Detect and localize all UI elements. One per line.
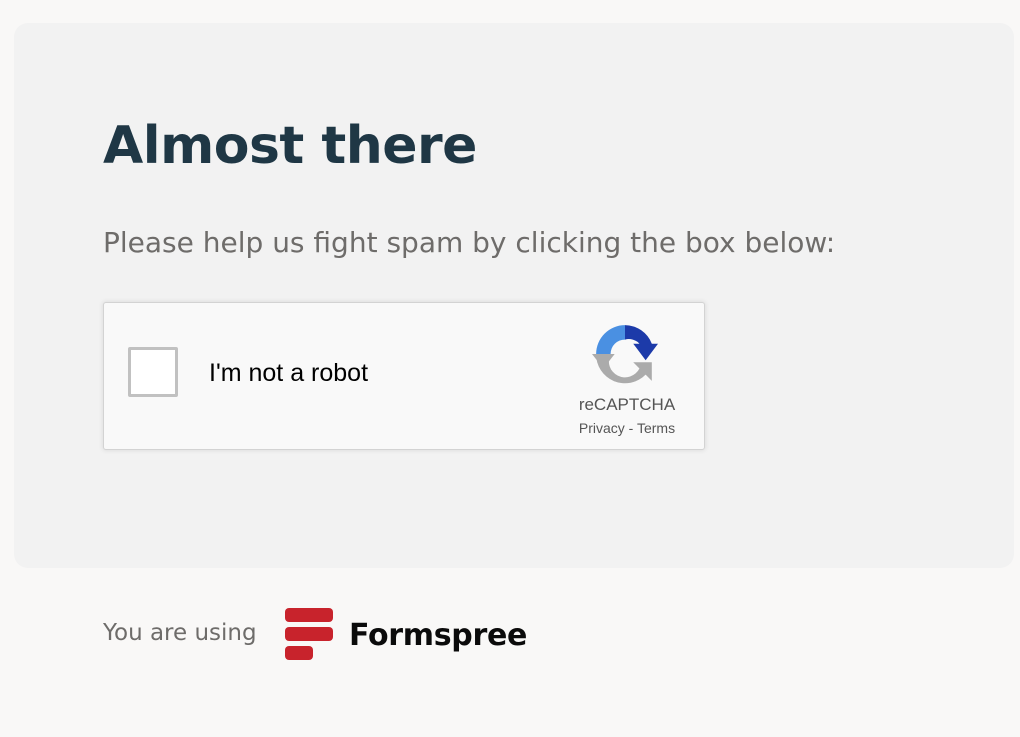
not-a-robot-label[interactable]: I'm not a robot (209, 359, 368, 388)
not-a-robot-checkbox[interactable] (128, 347, 178, 397)
page-title: Almost there (103, 116, 477, 176)
captcha-card: Almost there Please help us fight spam b… (14, 23, 1014, 568)
recaptcha-brand: reCAPTCHA (578, 395, 676, 414)
terms-link[interactable]: Terms (637, 420, 675, 436)
formspree-brand-name: Formspree (349, 617, 528, 653)
privacy-link[interactable]: Privacy (579, 420, 625, 436)
page-subtitle: Please help us fight spam by clicking th… (103, 226, 836, 259)
formspree-logo-icon (285, 608, 333, 660)
formspree-link[interactable]: Formspree (285, 607, 527, 663)
recaptcha-widget: I'm not a robot reCAPTCHA Privacy - Term… (103, 302, 705, 450)
recaptcha-logo-icon (592, 325, 658, 384)
footer-text: You are using (103, 620, 257, 646)
recaptcha-links: Privacy - Terms (544, 420, 710, 436)
links-separator: - (624, 420, 637, 436)
